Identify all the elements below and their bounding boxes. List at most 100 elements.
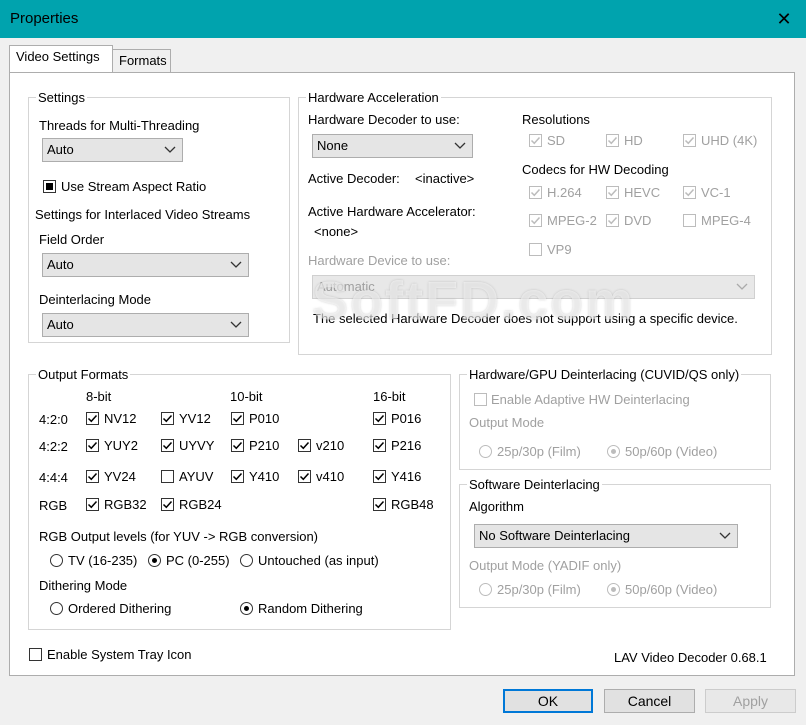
fmt-yv24-checkbox[interactable]: [86, 470, 99, 483]
deint-mode-label: Deinterlacing Mode: [39, 292, 152, 307]
codec-hevc-label: HEVC: [624, 185, 661, 200]
res-sd-label: SD: [547, 133, 566, 148]
ok-button[interactable]: OK: [503, 689, 593, 713]
chevron-down-icon: [736, 283, 748, 290]
codec-h264-label: H.264: [547, 185, 582, 200]
fmt-y410-label: Y410: [249, 469, 280, 484]
sw-video-radio[interactable]: [607, 583, 620, 596]
fmt-uyvy-checkbox[interactable]: [161, 439, 174, 452]
hw-output-mode-label: Output Mode: [469, 415, 545, 430]
fmt-v210-checkbox[interactable]: [298, 439, 311, 452]
fmt-ayuv-checkbox[interactable]: [161, 470, 174, 483]
hw-video-radio[interactable]: [607, 445, 620, 458]
field-order-combo[interactable]: Auto: [42, 253, 249, 277]
sw-film-label: 25p/30p (Film): [497, 582, 581, 597]
algorithm-combo[interactable]: No Software Deinterlacing: [474, 524, 738, 548]
dither-random-radio[interactable]: [240, 602, 253, 615]
resolutions-label: Resolutions: [522, 112, 590, 127]
fmt-p216-checkbox[interactable]: [373, 439, 386, 452]
res-uhd-checkbox[interactable]: [683, 134, 696, 147]
stream-aspect-checkbox[interactable]: [43, 180, 56, 193]
codec-vc1-label: VC-1: [701, 185, 731, 200]
hw-film-label: 25p/30p (Film): [497, 444, 581, 459]
res-hd-label: HD: [624, 133, 643, 148]
rgb-levels-label: RGB Output levels (for YUV -> RGB conver…: [39, 529, 318, 544]
fmt-p010-checkbox[interactable]: [231, 412, 244, 425]
dithering-label: Dithering Mode: [39, 578, 128, 593]
fmt-uyvy-label: UYVY: [179, 438, 215, 453]
codec-vp9-checkbox[interactable]: [529, 243, 542, 256]
settings-group-label: Settings: [36, 90, 87, 105]
header-8bit: 8-bit: [86, 389, 112, 404]
adaptive-hw-deint-label: Enable Adaptive HW Deinterlacing: [491, 392, 690, 407]
fmt-p210-checkbox[interactable]: [231, 439, 244, 452]
tab-video-settings[interactable]: Video Settings: [9, 45, 113, 72]
version-label: LAV Video Decoder 0.68.1: [614, 650, 767, 665]
stream-aspect-label: Use Stream Aspect Ratio: [61, 179, 207, 194]
row-444-label: 4:4:4: [39, 470, 68, 485]
res-hd-checkbox[interactable]: [606, 134, 619, 147]
levels-tv-label: TV (16-235): [68, 553, 138, 568]
threads-label: Threads for Multi-Threading: [39, 118, 200, 133]
fmt-p210-label: P210: [249, 438, 280, 453]
levels-tv-radio[interactable]: [50, 554, 63, 567]
fmt-rgb32-checkbox[interactable]: [86, 498, 99, 511]
fmt-p016-checkbox[interactable]: [373, 412, 386, 425]
dither-random-label: Random Dithering: [258, 601, 363, 616]
sw-output-mode-label: Output Mode (YADIF only): [469, 558, 622, 573]
hw-device-label: Hardware Device to use:: [308, 253, 451, 268]
fmt-rgb32-label: RGB32: [104, 497, 147, 512]
codec-vc1-checkbox[interactable]: [683, 186, 696, 199]
system-tray-checkbox[interactable]: [29, 648, 42, 661]
fmt-rgb48-label: RGB48: [391, 497, 434, 512]
codec-h264-checkbox[interactable]: [529, 186, 542, 199]
field-order-label: Field Order: [39, 232, 105, 247]
fmt-y410-checkbox[interactable]: [231, 470, 244, 483]
hw-device-combo[interactable]: Automatic: [312, 275, 755, 299]
row-rgb-label: RGB: [39, 498, 68, 513]
apply-button[interactable]: Apply: [705, 689, 796, 713]
fmt-yv12-checkbox[interactable]: [161, 412, 174, 425]
fmt-y416-checkbox[interactable]: [373, 470, 386, 483]
fmt-yv24-label: YV24: [104, 469, 136, 484]
codec-hevc-checkbox[interactable]: [606, 186, 619, 199]
adaptive-hw-deint-checkbox[interactable]: [474, 393, 487, 406]
hw-decoder-combo[interactable]: None: [312, 134, 473, 158]
fmt-p010-label: P010: [249, 411, 280, 426]
fmt-p216-label: P216: [391, 438, 422, 453]
levels-pc-label: PC (0-255): [166, 553, 230, 568]
codec-mpeg2-checkbox[interactable]: [529, 214, 542, 227]
chevron-down-icon: [719, 532, 731, 539]
sw-deint-group-label: Software Deinterlacing: [467, 477, 602, 492]
res-sd-checkbox[interactable]: [529, 134, 542, 147]
fmt-y416-label: Y416: [391, 469, 422, 484]
chevron-down-icon: [164, 146, 176, 153]
fmt-yuy2-checkbox[interactable]: [86, 439, 99, 452]
fmt-v410-checkbox[interactable]: [298, 470, 311, 483]
row-422-label: 4:2:2: [39, 439, 68, 454]
codec-mpeg4-checkbox[interactable]: [683, 214, 696, 227]
deint-mode-combo[interactable]: Auto: [42, 313, 249, 337]
close-icon[interactable]: ✕: [772, 8, 796, 30]
hw-decoder-label: Hardware Decoder to use:: [308, 112, 460, 127]
dither-ordered-radio[interactable]: [50, 602, 63, 615]
threads-combo[interactable]: Auto: [42, 138, 183, 162]
fmt-nv12-label: NV12: [104, 411, 137, 426]
levels-pc-radio[interactable]: [148, 554, 161, 567]
hw-film-radio[interactable]: [479, 445, 492, 458]
tab-formats[interactable]: Formats: [112, 49, 171, 73]
hw-deint-group-label: Hardware/GPU Deinterlacing (CUVID/QS onl…: [467, 367, 742, 382]
fmt-rgb48-checkbox[interactable]: [373, 498, 386, 511]
window-title: Properties: [10, 10, 79, 27]
levels-untouched-radio[interactable]: [240, 554, 253, 567]
hw-video-label: 50p/60p (Video): [625, 444, 718, 459]
codec-dvd-checkbox[interactable]: [606, 214, 619, 227]
sw-film-radio[interactable]: [479, 583, 492, 596]
chevron-down-icon: [454, 142, 466, 149]
cancel-button[interactable]: Cancel: [604, 689, 695, 713]
dither-ordered-label: Ordered Dithering: [68, 601, 172, 616]
fmt-rgb24-checkbox[interactable]: [161, 498, 174, 511]
fmt-nv12-checkbox[interactable]: [86, 412, 99, 425]
codec-mpeg4-label: MPEG-4: [701, 213, 751, 228]
fmt-v210-label: v210: [316, 438, 345, 453]
